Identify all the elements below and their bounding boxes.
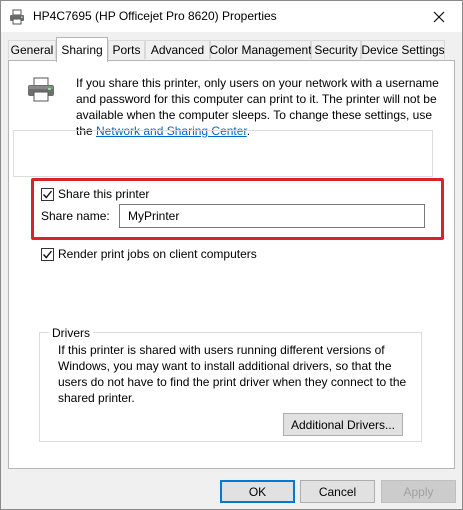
- apply-label: Apply: [403, 484, 434, 499]
- additional-drivers-label: Additional Drivers...: [290, 417, 396, 432]
- render-jobs-checkbox-row[interactable]: Render print jobs on client computers: [41, 247, 257, 261]
- check-icon: [42, 250, 53, 259]
- close-icon: [433, 11, 445, 22]
- share-printer-group: [13, 130, 433, 177]
- tab-sharing[interactable]: Sharing: [56, 37, 108, 62]
- highlight-box: [31, 178, 444, 240]
- tab-label: Color Management: [209, 43, 312, 57]
- tab-advanced[interactable]: Advanced: [145, 40, 210, 59]
- render-jobs-checkbox[interactable]: [41, 247, 54, 261]
- properties-window: HP4C7695 (HP Officejet Pro 8620) Propert…: [0, 0, 463, 510]
- tab-device-settings[interactable]: Device Settings: [361, 40, 445, 59]
- tab-label: Security: [314, 43, 358, 57]
- tab-ports[interactable]: Ports: [108, 40, 145, 59]
- title-bar: HP4C7695 (HP Officejet Pro 8620) Propert…: [1, 1, 462, 32]
- drivers-legend: Drivers: [49, 326, 93, 340]
- printer-icon: [10, 9, 24, 25]
- tab-security[interactable]: Security: [311, 40, 361, 59]
- close-button[interactable]: [416, 1, 462, 32]
- additional-drivers-button[interactable]: Additional Drivers...: [283, 413, 403, 436]
- render-jobs-label: Render print jobs on client computers: [58, 247, 257, 261]
- ok-label: OK: [248, 484, 267, 499]
- window-title: HP4C7695 (HP Officejet Pro 8620) Propert…: [33, 9, 277, 23]
- tab-label: General: [10, 43, 54, 57]
- drivers-description: If this printer is shared with users run…: [58, 343, 407, 405]
- tab-label: Ports: [112, 43, 141, 57]
- cancel-label: Cancel: [318, 484, 357, 499]
- ok-button[interactable]: OK: [220, 480, 295, 503]
- tab-label: Sharing: [61, 43, 103, 57]
- tab-strip: General Sharing Ports Advanced Color Man…: [1, 37, 462, 62]
- apply-button[interactable]: Apply: [381, 480, 456, 503]
- tab-label: Device Settings: [361, 43, 445, 57]
- tab-color-management[interactable]: Color Management: [209, 40, 312, 59]
- printer-icon: [28, 77, 54, 102]
- cancel-button[interactable]: Cancel: [300, 480, 375, 503]
- tab-general[interactable]: General: [8, 40, 56, 59]
- tab-label: Advanced: [150, 43, 205, 57]
